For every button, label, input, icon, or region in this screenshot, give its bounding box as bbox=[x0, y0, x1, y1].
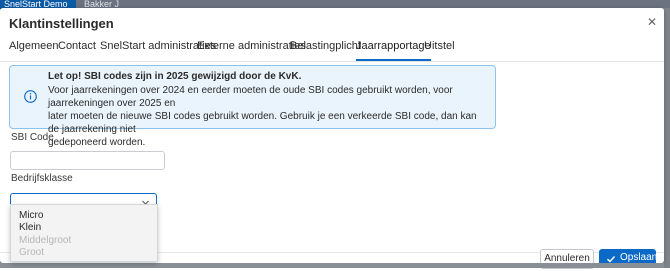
check-icon bbox=[606, 253, 616, 271]
bedrijfsklasse-dropdown: Micro Klein Middelgroot Groot bbox=[10, 204, 158, 262]
option-klein[interactable]: Klein bbox=[19, 222, 41, 234]
bedrijfsklasse-label: Bedrijfsklasse bbox=[11, 173, 73, 184]
tab-algemeen[interactable]: Algemeen bbox=[9, 37, 59, 61]
tab-bar: Algemeen Contact SnelStart administratie… bbox=[0, 37, 664, 62]
option-groot: Groot bbox=[19, 247, 45, 258]
notice-text: Voor jaarrekeningen over 2024 en eerder … bbox=[48, 84, 488, 149]
tab-contact[interactable]: Contact bbox=[58, 37, 96, 61]
sbi-code-label: SBI Code bbox=[11, 132, 54, 143]
app-title-bar: SnelStart Demo Bakker J bbox=[0, 0, 670, 9]
info-icon bbox=[24, 90, 37, 106]
sbi-notice: Let op! SBI codes zijn in 2025 gewijzigd… bbox=[9, 65, 496, 148]
notice-line: later moeten de nieuwe SBI codes gebruik… bbox=[48, 111, 477, 135]
tab-belastingplicht[interactable]: Belastingplicht bbox=[290, 37, 361, 61]
close-icon[interactable]: ✕ bbox=[645, 15, 659, 29]
option-middelgroot: Middelgroot bbox=[19, 235, 72, 246]
notice-title: Let op! SBI codes zijn in 2025 gewijzigd… bbox=[48, 71, 302, 82]
notice-line: gedeponeerd worden. bbox=[48, 137, 146, 148]
tab-jaarrapportage[interactable]: Jaarrapportage bbox=[356, 37, 431, 61]
background-bottom-strip bbox=[0, 263, 664, 268]
tab-uitstel[interactable]: Uitstel bbox=[424, 37, 455, 61]
background-edge bbox=[664, 8, 670, 268]
option-micro[interactable]: Micro bbox=[19, 210, 43, 222]
dialog-title: Klantinstellingen bbox=[9, 16, 114, 31]
sbi-code-input[interactable] bbox=[10, 151, 165, 170]
notice-line: Voor jaarrekeningen over 2024 en eerder … bbox=[48, 85, 453, 109]
